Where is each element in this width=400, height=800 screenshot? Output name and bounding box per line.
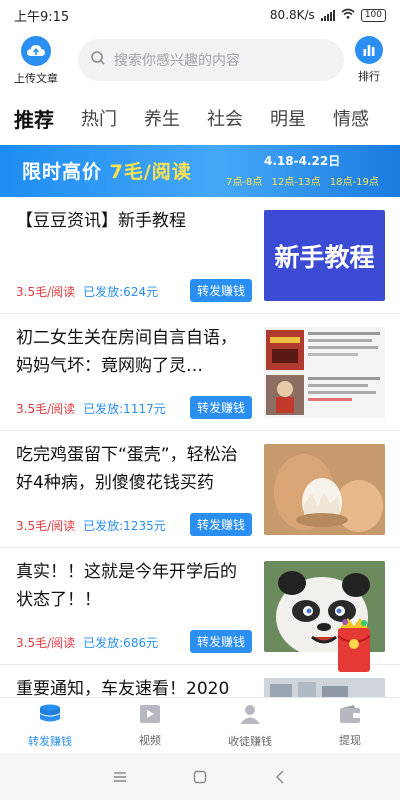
wallet-icon [339,704,361,728]
back-icon[interactable] [265,762,295,792]
article-meta: 3.5毛/阅读 已发放:624元 [16,283,158,300]
status-indicators: 80.8K/s 100 [270,8,386,22]
nav-label: 提现 [339,733,361,747]
status-time: 上午9:15 [14,9,70,25]
paid-amount: 已发放:686元 [83,636,159,650]
article-thumbnail[interactable] [264,444,385,535]
ranking-button[interactable]: 排行 [346,36,392,84]
list-item[interactable]: 【豆豆资讯】新手教程 3.5毛/阅读 已发放:624元 转发赚钱 新手教程 [0,197,400,314]
thumbnail-text: 新手教程 [274,242,375,272]
list-item[interactable]: 吃完鸡蛋留下“蛋壳”，轻松治好4种病，别傻傻花钱买药 3.5毛/阅读 已发放:1… [0,431,400,548]
search-input[interactable]: 搜索你感兴趣的内容 [78,39,344,81]
article-title[interactable]: 【豆豆资讯】新手教程 [16,207,252,235]
tab-hot[interactable]: 热门 [81,105,117,131]
search-icon [90,50,106,70]
article-title[interactable]: 吃完鸡蛋留下“蛋壳”，轻松治好4种病，别傻傻花钱买药 [16,441,252,497]
coins-icon [38,703,62,729]
bar-chart-icon [355,36,383,64]
nav-label: 收徒赚钱 [228,734,272,748]
rank-label: 排行 [358,70,380,83]
banner-date: 4.18-4.22日 [264,154,341,168]
tab-health[interactable]: 养生 [144,105,180,131]
nav-share-earn[interactable]: 转发赚钱 [0,698,100,753]
user-icon [239,703,261,729]
tab-society[interactable]: 社会 [207,105,243,131]
wifi-icon [341,8,355,22]
bottom-nav: 转发赚钱 视频 收徒赚钱 提现 [0,697,400,753]
banner-title: 限时高价 7毛/阅读 [22,161,192,183]
tab-emotion[interactable]: 情感 [333,105,369,131]
price-per-read: 3.5毛/阅读 [16,519,76,533]
price-per-read: 3.5毛/阅读 [16,636,76,650]
share-earn-button[interactable]: 转发赚钱 [190,396,252,419]
article-title[interactable]: 重要通知，车友速看！2020 [16,675,252,697]
article-thumbnail[interactable] [264,678,385,697]
price-per-read: 3.5毛/阅读 [16,402,76,416]
home-icon[interactable] [185,762,215,792]
banner-times: 7点-8点 12点-13点 18点-19点 [226,177,379,188]
upload-article-button[interactable]: 上传文章 [0,36,72,86]
paid-amount: 已发放:1235元 [83,519,166,533]
status-bar: 上午9:15 80.8K/s 100 [0,0,400,30]
upload-label: 上传文章 [14,72,58,85]
menu-icon[interactable] [105,762,135,792]
article-thumbnail[interactable]: 新手教程 [264,210,385,301]
net-speed: 80.8K/s [269,8,315,22]
article-title[interactable]: 初二女生关在房间自言自语，妈妈气坏：竟网购了灵… [16,324,252,380]
nav-video[interactable]: 视频 [100,698,200,753]
signal-icon [320,9,335,21]
share-earn-button[interactable]: 转发赚钱 [190,513,252,536]
tab-celebrity[interactable]: 明星 [270,105,306,131]
nav-label: 转发赚钱 [28,734,72,748]
battery-icon: 100 [360,8,386,22]
app-header: 上传文章 搜索你感兴趣的内容 排行 [0,30,400,92]
red-envelope-icon [337,618,371,672]
promo-banner[interactable]: 限时高价 7毛/阅读 4.18-4.22日 7点-8点 12点-13点 18点-… [0,145,400,197]
paid-amount: 已发放:1117元 [83,402,166,416]
video-icon [139,704,161,728]
paid-amount: 已发放:624元 [83,285,159,299]
nav-withdraw[interactable]: 提现 [300,698,400,753]
price-per-read: 3.5毛/阅读 [16,285,76,299]
article-title[interactable]: 真实！！这就是今年开学后的状态了！！ [16,558,252,614]
share-earn-button[interactable]: 转发赚钱 [190,630,252,653]
tab-recommend[interactable]: 推荐 [14,104,54,133]
article-meta: 3.5毛/阅读 已发放:686元 [16,634,158,651]
article-meta: 3.5毛/阅读 已发放:1235元 [16,517,166,534]
nav-label: 视频 [139,733,161,747]
share-earn-button[interactable]: 转发赚钱 [190,279,252,302]
list-item[interactable]: 初二女生关在房间自言自语，妈妈气坏：竟网购了灵… 3.5毛/阅读 已发放:111… [0,314,400,431]
article-meta: 3.5毛/阅读 已发放:1117元 [16,400,166,417]
cloud-upload-icon [21,36,51,66]
search-placeholder: 搜索你感兴趣的内容 [114,53,240,69]
red-envelope-button[interactable] [334,614,374,678]
category-tabs: 推荐 热门 养生 社会 明星 情感 [0,96,400,140]
nav-recruit[interactable]: 收徒赚钱 [200,698,300,753]
banner-highlight: 7毛/阅读 [109,161,192,183]
article-thumbnail[interactable] [264,327,385,418]
system-nav-bar [0,753,400,800]
